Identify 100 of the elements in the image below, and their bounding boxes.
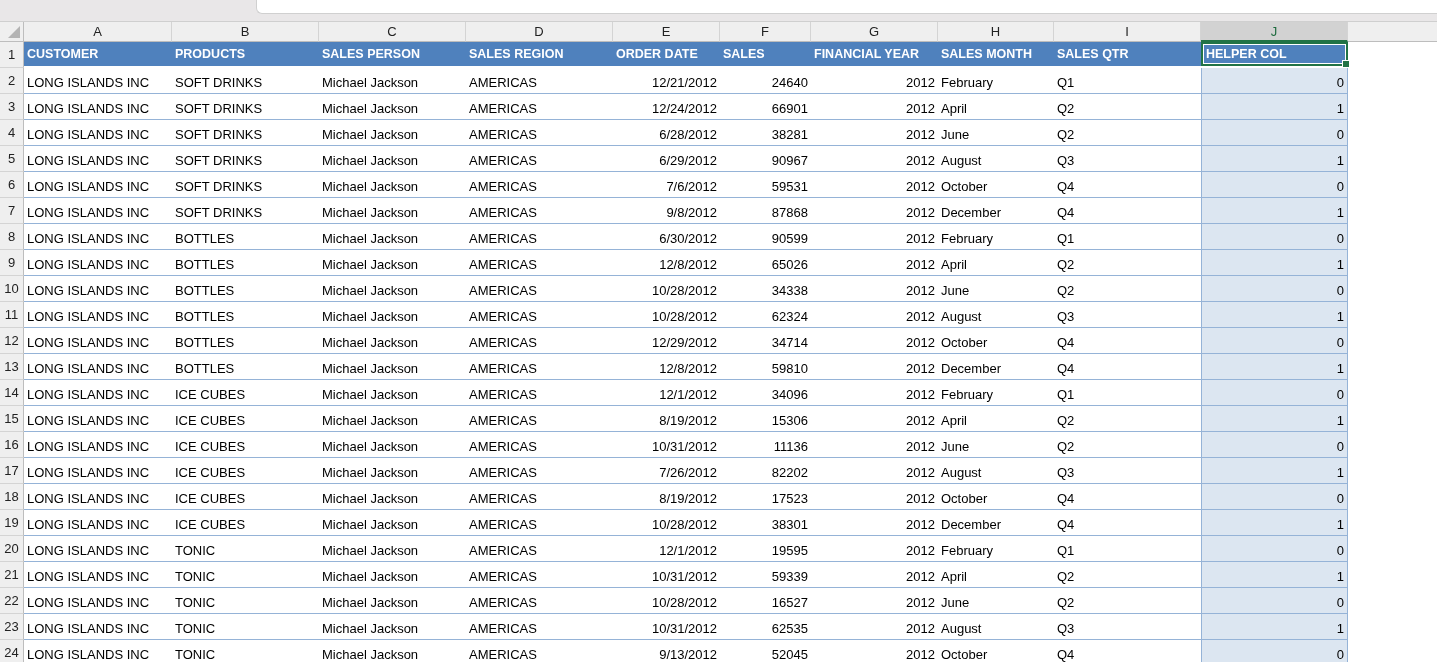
row-header[interactable]: 15: [0, 406, 24, 432]
table-cell: 0: [1201, 484, 1348, 510]
table-cell: 2012: [811, 68, 938, 94]
table-cell: 2012: [811, 172, 938, 198]
table-cell: ICE CUBES: [172, 432, 319, 458]
row-header[interactable]: 14: [0, 380, 24, 406]
table-cell: LONG ISLANDS INC: [24, 172, 172, 198]
row-header[interactable]: 7: [0, 198, 24, 224]
table-cell: 6/30/2012: [613, 224, 720, 250]
table-cell: June: [938, 588, 1054, 614]
table-cell: Michael Jackson: [319, 354, 466, 380]
table-cell: April: [938, 250, 1054, 276]
column-header[interactable]: C: [319, 22, 466, 42]
table-cell: June: [938, 120, 1054, 146]
row-header[interactable]: 16: [0, 432, 24, 458]
column-header[interactable]: D: [466, 22, 613, 42]
table-cell: AMERICAS: [466, 172, 613, 198]
row-header[interactable]: 22: [0, 588, 24, 614]
table-cell: 15306: [720, 406, 811, 432]
fill-handle[interactable]: [1342, 60, 1350, 68]
table-cell: 87868: [720, 198, 811, 224]
table-cell: TONIC: [172, 536, 319, 562]
header-cell: ORDER DATE: [613, 42, 720, 66]
row-header[interactable]: 1: [0, 42, 24, 68]
table-cell: 90967: [720, 146, 811, 172]
table-cell: February: [938, 68, 1054, 94]
row-header[interactable]: 5: [0, 146, 24, 172]
table-cell: LONG ISLANDS INC: [24, 406, 172, 432]
table-cell: 62324: [720, 302, 811, 328]
table-cell: 11136: [720, 432, 811, 458]
table-cell: 0: [1201, 432, 1348, 458]
column-header[interactable]: H: [938, 22, 1054, 42]
table-cell: 12/24/2012: [613, 94, 720, 120]
table-cell: 8/19/2012: [613, 406, 720, 432]
table-cell: 9/13/2012: [613, 640, 720, 662]
row-header[interactable]: 20: [0, 536, 24, 562]
table-cell: Michael Jackson: [319, 120, 466, 146]
table-cell: AMERICAS: [466, 406, 613, 432]
table-cell: 0: [1201, 276, 1348, 302]
table-cell: SOFT DRINKS: [172, 68, 319, 94]
column-header[interactable]: G: [811, 22, 938, 42]
table-cell: BOTTLES: [172, 328, 319, 354]
table-cell: 2012: [811, 588, 938, 614]
row-header[interactable]: 17: [0, 458, 24, 484]
table-cell: 82202: [720, 458, 811, 484]
row-header[interactable]: 6: [0, 172, 24, 198]
table-cell: AMERICAS: [466, 640, 613, 662]
table-cell: 1: [1201, 198, 1348, 224]
row-header[interactable]: 21: [0, 562, 24, 588]
row-header[interactable]: 2: [0, 68, 24, 94]
table-cell: Michael Jackson: [319, 94, 466, 120]
table-cell: SOFT DRINKS: [172, 94, 319, 120]
table-cell: 2012: [811, 146, 938, 172]
table-cell: AMERICAS: [466, 458, 613, 484]
table-cell: 59339: [720, 562, 811, 588]
table-cell: December: [938, 354, 1054, 380]
table-cell: 34714: [720, 328, 811, 354]
row-header[interactable]: 11: [0, 302, 24, 328]
select-all-icon[interactable]: [8, 26, 20, 38]
table-cell: LONG ISLANDS INC: [24, 536, 172, 562]
table-cell: 2012: [811, 458, 938, 484]
column-header[interactable]: J: [1201, 22, 1348, 42]
column-header[interactable]: I: [1054, 22, 1201, 42]
row-header[interactable]: 9: [0, 250, 24, 276]
row-header[interactable]: 8: [0, 224, 24, 250]
table-cell: August: [938, 302, 1054, 328]
table-cell: ICE CUBES: [172, 380, 319, 406]
table-cell: 34338: [720, 276, 811, 302]
table-cell: ICE CUBES: [172, 458, 319, 484]
table-cell: AMERICAS: [466, 432, 613, 458]
table-cell: AMERICAS: [466, 302, 613, 328]
row-header[interactable]: 4: [0, 120, 24, 146]
table-cell: 2012: [811, 510, 938, 536]
table-cell: 38281: [720, 120, 811, 146]
table-cell: 2012: [811, 94, 938, 120]
row-header[interactable]: 19: [0, 510, 24, 536]
table-cell: LONG ISLANDS INC: [24, 354, 172, 380]
column-header[interactable]: A: [24, 22, 172, 42]
table-cell: 10/31/2012: [613, 614, 720, 640]
table-cell: Michael Jackson: [319, 276, 466, 302]
header-cell: SALES QTR: [1054, 42, 1201, 66]
row-header[interactable]: 13: [0, 354, 24, 380]
row-header[interactable]: 18: [0, 484, 24, 510]
table-cell: ICE CUBES: [172, 510, 319, 536]
column-header[interactable]: F: [720, 22, 811, 42]
row-header[interactable]: 23: [0, 614, 24, 640]
table-cell: LONG ISLANDS INC: [24, 510, 172, 536]
row-header[interactable]: 3: [0, 94, 24, 120]
table-cell: 6/28/2012: [613, 120, 720, 146]
column-header[interactable]: E: [613, 22, 720, 42]
row-header[interactable]: 24: [0, 640, 24, 662]
table-cell: 0: [1201, 328, 1348, 354]
table-cell: 2012: [811, 198, 938, 224]
table-cell: AMERICAS: [466, 120, 613, 146]
column-header[interactable]: B: [172, 22, 319, 42]
table-cell: 0: [1201, 68, 1348, 94]
row-header[interactable]: 12: [0, 328, 24, 354]
table-cell: August: [938, 146, 1054, 172]
row-header[interactable]: 10: [0, 276, 24, 302]
formula-field[interactable]: [256, 0, 1437, 14]
